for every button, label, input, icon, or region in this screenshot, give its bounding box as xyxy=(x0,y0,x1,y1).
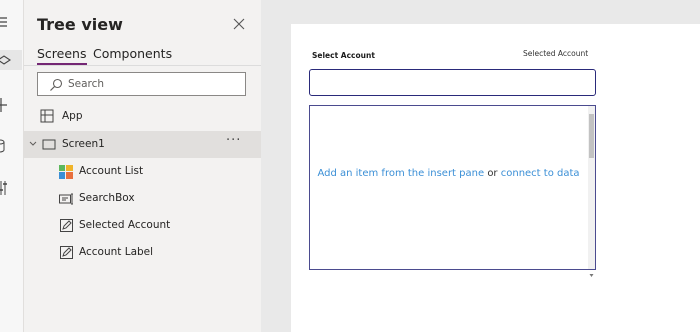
controls-icon[interactable] xyxy=(0,178,13,198)
connect-data-link[interactable]: connect to data xyxy=(501,168,580,179)
plus-icon[interactable] xyxy=(0,95,13,115)
text-input-icon xyxy=(59,193,75,208)
label-edit-icon xyxy=(60,219,73,235)
tree-item-selected-account[interactable]: Selected Account xyxy=(24,213,261,239)
chevron-down-icon[interactable] xyxy=(28,139,38,152)
tree-item-label: Screen1 xyxy=(62,138,105,150)
tab-divider xyxy=(24,65,261,66)
tree-item-label: Account Label xyxy=(79,246,154,258)
tab-components[interactable]: Components xyxy=(93,46,172,61)
panel-title: Tree view xyxy=(37,15,123,34)
tree-item-searchbox[interactable]: SearchBox xyxy=(24,186,261,212)
search-box-control[interactable] xyxy=(309,69,596,96)
or-text: or xyxy=(487,168,498,179)
menu-icon[interactable] xyxy=(0,12,13,32)
scroll-down-icon[interactable] xyxy=(589,263,594,277)
search-icon xyxy=(49,77,63,91)
scroll-up-icon[interactable] xyxy=(589,107,594,121)
search-input[interactable] xyxy=(68,76,238,92)
insert-pane-link[interactable]: Add an item from the insert pane xyxy=(317,168,484,179)
select-account-label[interactable]: Select Account xyxy=(312,51,375,60)
more-options-icon[interactable]: ··· xyxy=(226,133,241,148)
left-rail xyxy=(0,0,24,332)
tree-item-label: Account List xyxy=(79,165,144,177)
tree-item-label: App xyxy=(62,110,83,122)
search-box[interactable] xyxy=(37,72,246,96)
database-icon[interactable] xyxy=(0,136,13,156)
gallery-icon xyxy=(59,165,73,182)
tab-screens[interactable]: Screens xyxy=(37,46,87,65)
close-icon[interactable] xyxy=(231,16,247,32)
tree-item-account-list[interactable]: Account List xyxy=(24,159,261,185)
label-edit-icon xyxy=(60,246,73,262)
tree-item-account-label[interactable]: Account Label xyxy=(24,240,261,266)
app-icon xyxy=(40,109,54,126)
tree-item-screen1[interactable]: Screen1 ··· xyxy=(24,131,261,158)
gallery-scrollbar[interactable] xyxy=(588,106,595,277)
screen-icon xyxy=(42,139,56,154)
gallery-empty-message: Add an item from the insert pane or conn… xyxy=(310,168,587,179)
tree-item-label: SearchBox xyxy=(79,192,135,204)
app-screen[interactable]: Select Account Selected Account Add an i… xyxy=(291,24,700,332)
tree-view-panel: Tree view Screens Components App Screen1… xyxy=(24,0,261,332)
account-list-gallery[interactable]: Add an item from the insert pane or conn… xyxy=(309,105,596,277)
selected-account-label[interactable]: Selected Account xyxy=(523,49,588,58)
scroll-thumb[interactable] xyxy=(589,114,594,158)
layers-icon[interactable] xyxy=(0,50,22,70)
tree-item-label: Selected Account xyxy=(79,219,171,231)
tree-item-app[interactable]: App xyxy=(24,104,261,130)
